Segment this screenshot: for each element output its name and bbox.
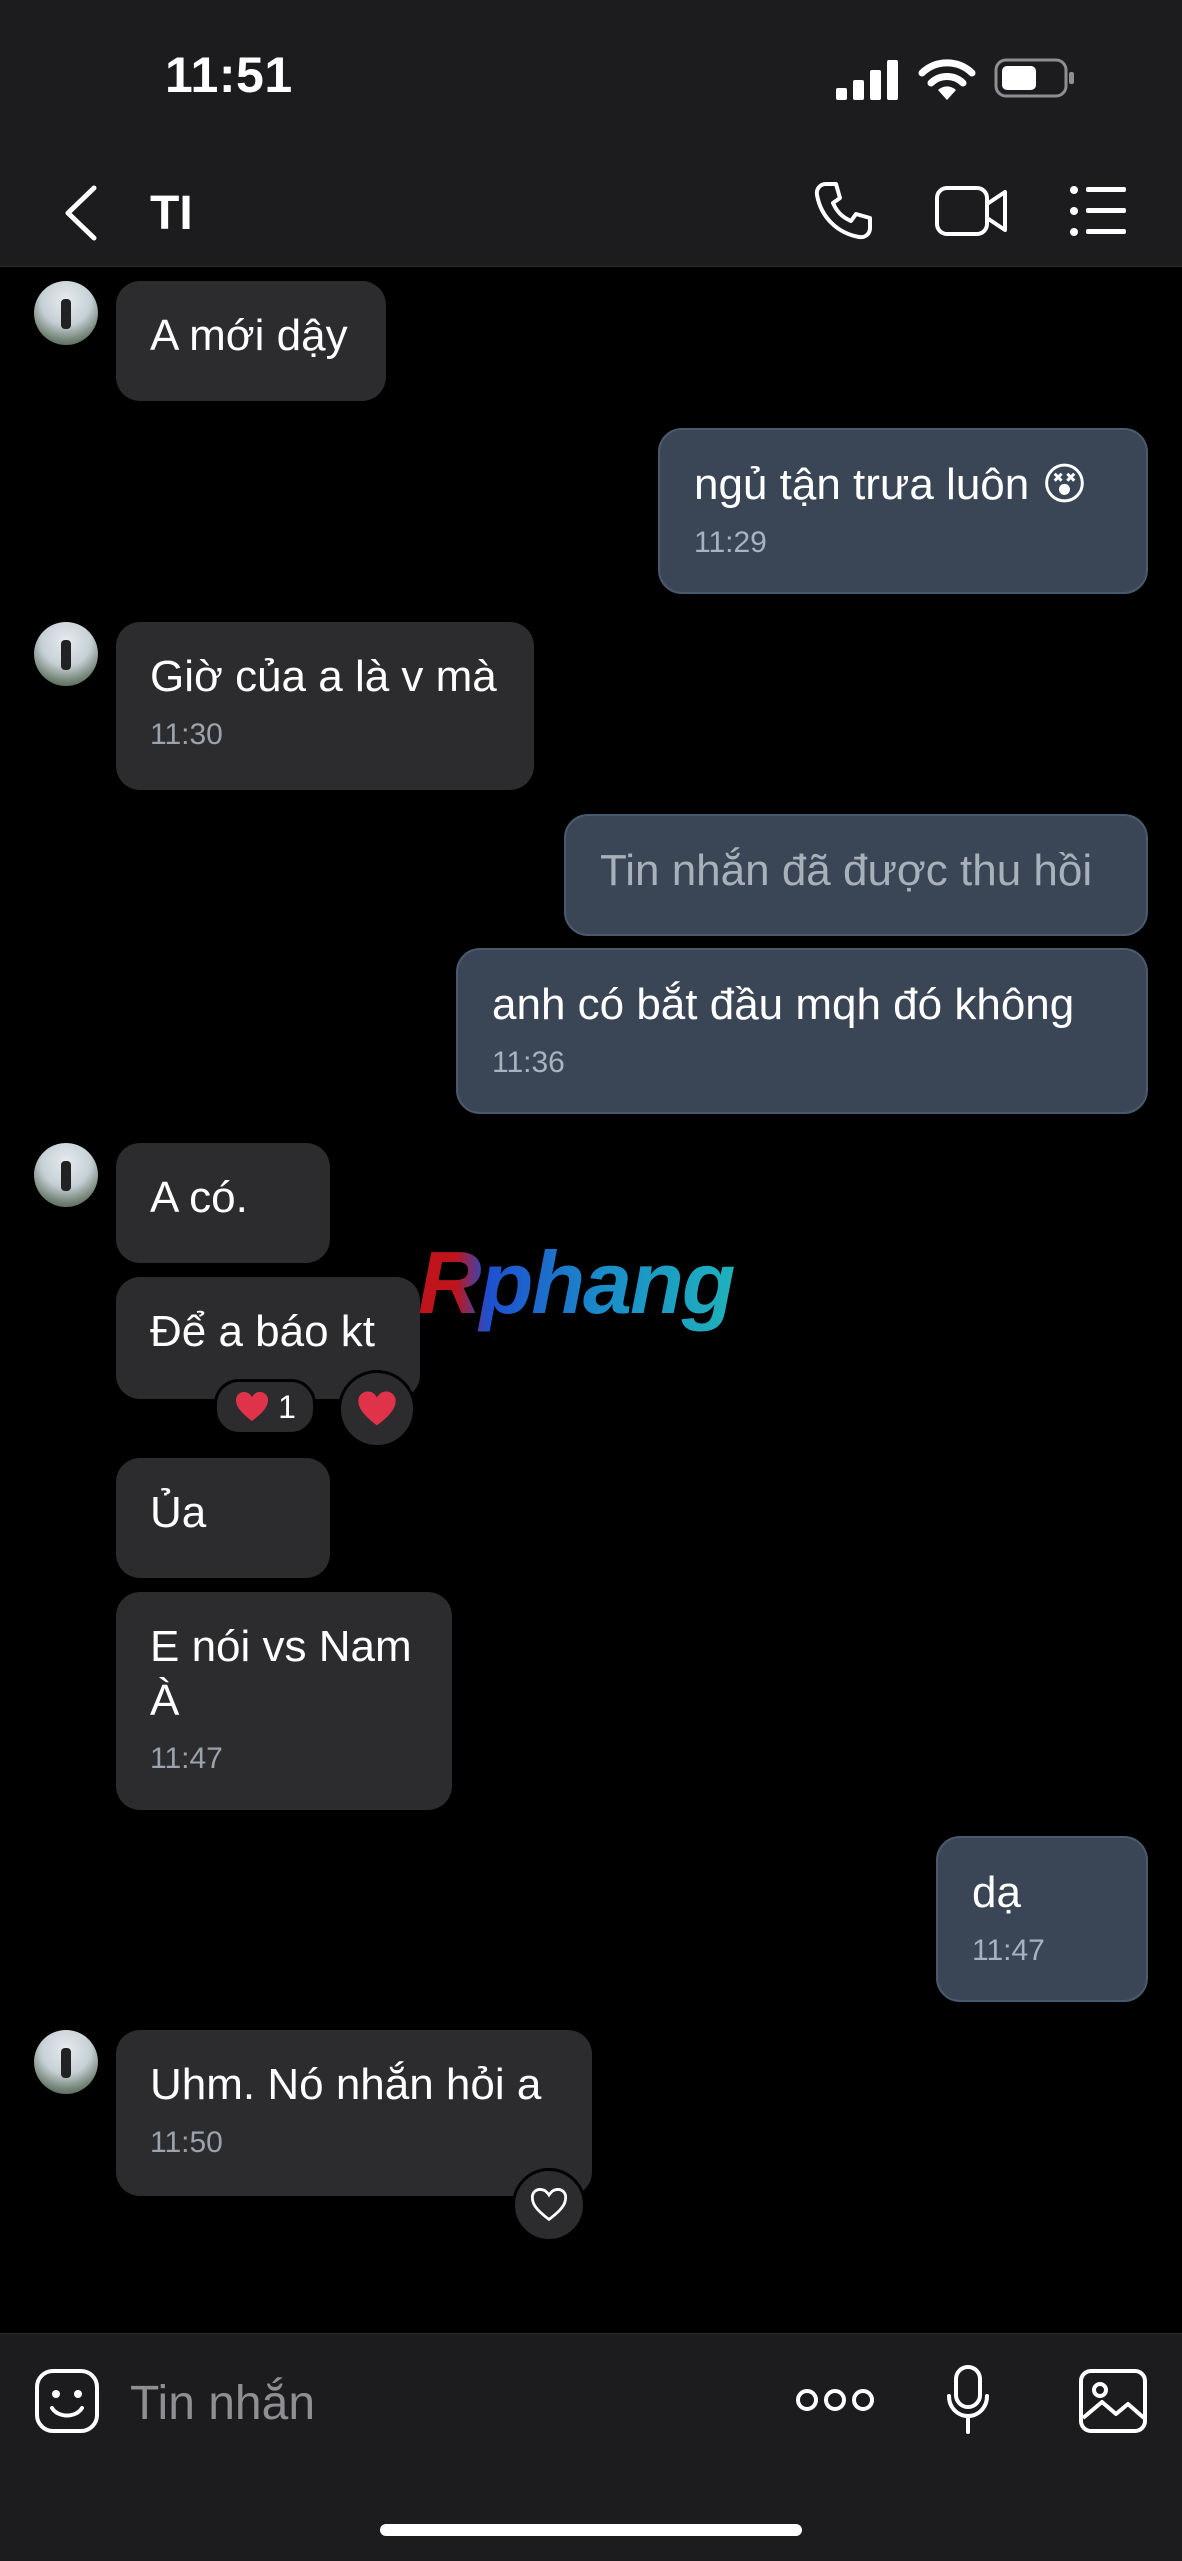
home-indicator[interactable] bbox=[380, 2524, 802, 2536]
message-time: 11:50 bbox=[150, 2126, 223, 2159]
message-text: Để a báo kt bbox=[150, 1307, 376, 1356]
react-heart-button[interactable] bbox=[338, 1370, 416, 1448]
message-bubble-incoming[interactable]: A mới dậy bbox=[116, 281, 386, 401]
heart-outline-icon bbox=[530, 2188, 568, 2222]
contact-avatar[interactable] bbox=[34, 281, 98, 345]
message-time: 11:36 bbox=[492, 1046, 565, 1079]
heart-icon bbox=[358, 1391, 396, 1426]
contact-avatar[interactable] bbox=[34, 622, 98, 686]
message-time: 11:47 bbox=[972, 1934, 1045, 1967]
chat-header: TI bbox=[0, 160, 1182, 267]
message-text: anh có bắt đầu mqh đó không bbox=[492, 980, 1075, 1029]
message-text: ngủ tận trưa luôn 😵 bbox=[694, 460, 1088, 509]
contact-avatar[interactable] bbox=[34, 1143, 98, 1207]
message-bubble-incoming[interactable]: A có. bbox=[116, 1143, 330, 1263]
message-text: Giờ của a là v mà bbox=[150, 652, 497, 701]
battery-icon bbox=[994, 58, 1074, 98]
sticker-emoji-button[interactable] bbox=[34, 2368, 100, 2434]
message-text: A có. bbox=[150, 1173, 248, 1222]
message-text: Uhm. Nó nhắn hỏi a bbox=[150, 2060, 542, 2109]
reaction-count-badge[interactable]: 1 bbox=[214, 1379, 316, 1435]
message-bubble-outgoing[interactable]: anh có bắt đầu mqh đó không 11:36 bbox=[456, 948, 1148, 1114]
status-time: 11:51 bbox=[165, 47, 293, 103]
message-input[interactable] bbox=[128, 2364, 752, 2442]
video-call-button[interactable] bbox=[934, 182, 1008, 240]
status-bar: 11:51 bbox=[0, 0, 1182, 160]
watermark-logo: Rphang bbox=[418, 1233, 736, 1332]
message-bubble-incoming[interactable]: Giờ của a là v mà 11:30 bbox=[116, 622, 534, 790]
message-time: 11:29 bbox=[694, 526, 767, 559]
like-heart-button[interactable] bbox=[512, 2168, 586, 2242]
wifi-icon bbox=[918, 59, 976, 100]
cellular-signal-icon bbox=[836, 60, 898, 100]
more-options-icon[interactable] bbox=[796, 2378, 874, 2422]
dizzy-face-emoji: 😵 bbox=[1041, 460, 1088, 509]
phone-call-button[interactable] bbox=[812, 180, 874, 242]
microphone-icon[interactable] bbox=[946, 2364, 990, 2436]
heart-icon bbox=[236, 1392, 269, 1421]
message-text: A mới dậy bbox=[150, 311, 348, 360]
message-bubble-incoming[interactable]: E nói vs Nam À 11:47 bbox=[116, 1592, 452, 1810]
message-bubble-outgoing[interactable]: ngủ tận trưa luôn 😵 11:29 bbox=[658, 428, 1148, 594]
message-time: 11:30 bbox=[150, 718, 223, 751]
message-bubble-outgoing[interactable]: dạ 11:47 bbox=[936, 1836, 1148, 2002]
message-time: 11:47 bbox=[150, 1742, 223, 1775]
message-text: Ủa bbox=[150, 1488, 207, 1537]
contact-avatar[interactable] bbox=[34, 2030, 98, 2094]
reaction-count: 1 bbox=[278, 1388, 296, 1425]
image-gallery-icon[interactable] bbox=[1078, 2368, 1148, 2434]
back-button[interactable] bbox=[58, 182, 104, 244]
recalled-message-text: Tin nhắn đã được thu hồi bbox=[600, 846, 1093, 895]
message-text: E nói vs Nam À bbox=[150, 1622, 412, 1725]
message-text: dạ bbox=[972, 1868, 1021, 1917]
recalled-message-bubble[interactable]: Tin nhắn đã được thu hồi bbox=[564, 814, 1148, 936]
chat-options-menu-button[interactable] bbox=[1068, 182, 1128, 240]
contact-name[interactable]: TI bbox=[150, 186, 193, 242]
message-bubble-incoming[interactable]: Ủa bbox=[116, 1458, 330, 1578]
message-bubble-incoming[interactable]: Uhm. Nó nhắn hỏi a 11:50 bbox=[116, 2030, 592, 2196]
